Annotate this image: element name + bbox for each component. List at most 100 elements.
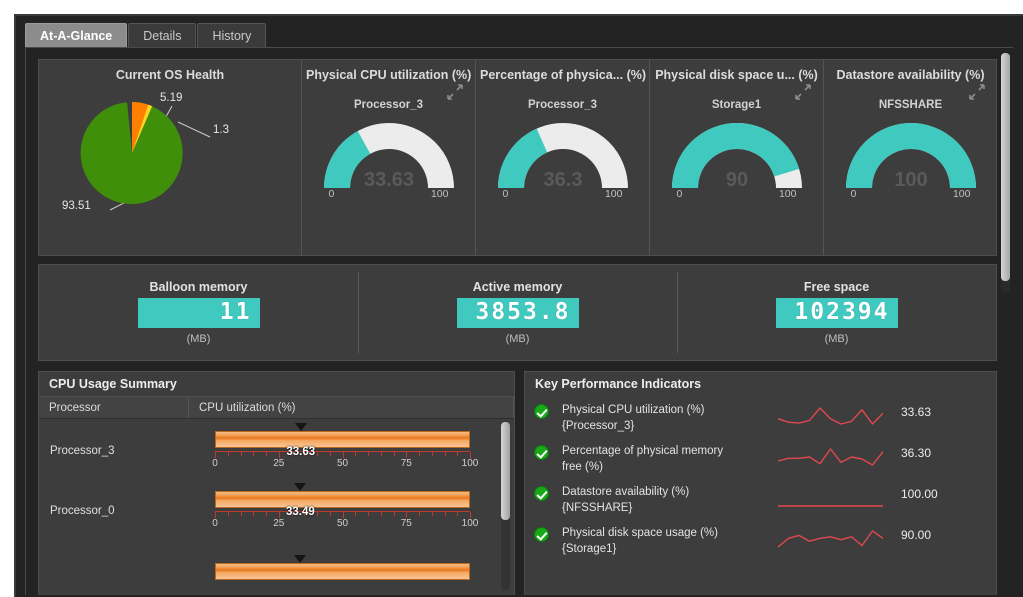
gauge-svg-0: 33.63	[323, 123, 454, 191]
gauge-cell-1: Percentage of physica... (%) Processor_3…	[475, 60, 649, 255]
gauge-subject-0: Processor_3	[353, 99, 424, 111]
free-space-title: Free space	[803, 280, 870, 295]
kpi-sparkline	[777, 487, 884, 514]
gauge-svg-2: 90	[671, 123, 802, 191]
gauge-scale-3: 0 100	[851, 188, 971, 200]
tab-at-a-glance-label: At-A-Glance	[40, 29, 113, 43]
cpu-col-utilization: CPU utilization (%)	[189, 397, 514, 418]
cpu-row-bar: 33.49 0 25 50 75 100	[212, 483, 478, 531]
kpi-value: 90.00	[901, 528, 932, 542]
kpi-label-main: Datastore availability (%)	[562, 486, 690, 498]
content-vertical-scrollbar[interactable]	[1001, 53, 1010, 293]
gauge-max-3: 100	[952, 188, 971, 200]
kpi-label: Physical CPU utilization (%) {Processor_…	[562, 403, 774, 435]
sparkline-svg	[777, 448, 884, 466]
gauge-scale-2: 0 100	[677, 188, 797, 200]
sparkline-svg	[777, 407, 884, 425]
gauge-2: 90 0 100	[671, 118, 803, 202]
pie-label-2: 1.3	[213, 124, 229, 136]
kpi-sparkline	[777, 405, 884, 432]
cpu-scrollbar-thumb[interactable]	[501, 422, 510, 520]
gauge-cell-3: Datastore availability (%) NFSSHARE 100 …	[823, 60, 997, 255]
kpi-value: 36.30	[901, 446, 932, 460]
gauge-title-0: Physical CPU utilization (%)	[306, 68, 472, 82]
gauge-title-1: Percentage of physica... (%)	[480, 68, 647, 82]
dashboard-content: Current OS Health 5.19 1.3 93.51 Physica…	[25, 47, 1013, 595]
tab-details[interactable]: Details	[128, 23, 197, 48]
balloon-memory-title: Balloon memory	[149, 280, 248, 295]
pie-label-0: 93.51	[62, 200, 91, 212]
active-memory-unit: (MB)	[505, 332, 530, 345]
gauge-3: 100 0 100	[845, 118, 977, 202]
memory-cell-free-space: Free space 102394 (MB)	[677, 265, 996, 360]
content-scrollbar-thumb[interactable]	[1001, 53, 1010, 281]
sparkline-svg	[777, 505, 884, 507]
gauge-svg-3: 100	[845, 123, 976, 191]
cpu-bar-axis: 0 25 50 75 100	[212, 451, 478, 471]
gauge-subject-1: Processor_3	[527, 99, 598, 111]
expand-icon[interactable]	[447, 84, 463, 100]
tab-at-a-glance[interactable]: At-A-Glance	[25, 23, 128, 48]
status-ok-icon	[534, 445, 549, 460]
gauge-max-2: 100	[778, 188, 797, 200]
active-memory-title: Active memory	[472, 280, 563, 295]
expand-icon[interactable]	[795, 84, 811, 100]
application-root: At-A-Glance Details History Current OS H…	[0, 0, 1023, 597]
memory-cell-active: Active memory 3853.8 (MB)	[358, 265, 677, 360]
balloon-memory-unit: (MB)	[186, 332, 211, 345]
gauge-cell-2: Physical disk space u... (%) Storage1 90…	[649, 60, 823, 255]
cpu-bar	[215, 431, 470, 448]
list-item[interactable]: Physical CPU utilization (%) {Processor_…	[526, 397, 995, 438]
list-item[interactable]: Datastore availability (%) {NFSSHARE} 10…	[526, 479, 995, 520]
cpu-usage-summary-panel: CPU Usage Summary Processor CPU utilizat…	[38, 371, 515, 595]
kpi-panel: Key Performance Indicators Physical CPU …	[524, 371, 997, 595]
list-item[interactable]: Physical disk space usage (%) {Storage1}…	[526, 520, 995, 561]
cpu-panel-scrollbar[interactable]	[501, 422, 510, 590]
gauge-scale-1: 0 100	[503, 188, 623, 200]
kpi-value: 33.63	[901, 405, 932, 419]
balloon-memory-value: 11	[137, 298, 260, 328]
kpi-list: Physical CPU utilization (%) {Processor_…	[526, 397, 995, 594]
kpi-label-subject: {NFSSHARE}	[562, 501, 633, 514]
gauge-max-0: 100	[430, 188, 449, 200]
table-row[interactable]	[40, 541, 504, 595]
kpi-label-subject: free (%)	[562, 460, 603, 473]
gauge-min-3: 0	[850, 188, 857, 200]
cpu-table-header: Processor CPU utilization (%)	[39, 396, 514, 419]
kpi-sparkline	[777, 528, 884, 555]
gauge-subject-3: NFSSHARE	[878, 99, 943, 111]
kpi-label: Percentage of physical memory free (%)	[562, 444, 774, 476]
cpu-panel-title: CPU Usage Summary	[39, 372, 514, 396]
cpu-col-processor: Processor	[39, 397, 189, 418]
cpu-bar-marker	[294, 483, 307, 491]
cpu-bar-marker	[293, 554, 306, 563]
tab-history-label: History	[212, 29, 252, 43]
table-row[interactable]: Processor_3 33.63 0 25 50 75 100	[40, 421, 504, 481]
expand-icon[interactable]	[969, 84, 985, 100]
os-health-pie-chart: 5.19 1.3 93.51	[50, 82, 290, 232]
cpu-bar	[215, 562, 470, 580]
kpi-sparkline	[777, 446, 884, 473]
pie-label-1: 5.19	[160, 92, 183, 104]
cpu-table-body: Processor_3 33.63 0 25 50 75 100 Processor_0…	[40, 421, 504, 595]
cpu-bar-value: 33.63	[286, 446, 316, 458]
gauge-title-2: Physical disk space u... (%)	[655, 68, 818, 82]
free-space-unit: (MB)	[824, 332, 849, 345]
list-item[interactable]: Percentage of physical memory free (%) 3…	[526, 438, 995, 479]
gauges-row: Current OS Health 5.19 1.3 93.51 Physica…	[39, 60, 996, 255]
gauge-min-1: 0	[502, 188, 509, 200]
gauge-scale-0: 0 100	[329, 188, 449, 200]
tab-history[interactable]: History	[197, 23, 267, 48]
tab-bar: At-A-Glance Details History	[25, 22, 267, 48]
gauge-min-0: 0	[328, 188, 335, 200]
gauge-max-1: 100	[604, 188, 623, 200]
gauge-min-2: 0	[676, 188, 683, 200]
cpu-bar	[215, 491, 470, 508]
gauge-title-3: Datastore availability (%)	[836, 68, 985, 82]
kpi-label: Datastore availability (%) {NFSSHARE}	[562, 485, 774, 517]
sparkline-svg	[777, 530, 884, 548]
memory-cell-balloon: Balloon memory 11 (MB)	[39, 265, 358, 360]
gauge-subject-2: Storage1	[711, 99, 762, 111]
table-row[interactable]: Processor_0 33.49 0 25 50 75 100	[40, 481, 504, 541]
memory-row: Balloon memory 11 (MB) Active memory 385…	[39, 265, 996, 360]
